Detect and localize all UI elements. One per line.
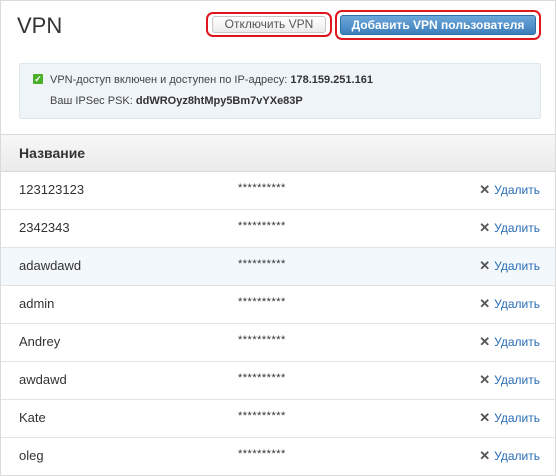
vpn-user-list: 123123123 ********** ✕ Удалить 2342343 **… — [1, 172, 555, 475]
vpn-info-box: ✓ VPN-доступ включен и доступен по IP-ад… — [19, 63, 541, 119]
vpn-psk-line: Ваш IPSec PSK: ddWROyz8htMpy5Bm7vYXe83P — [50, 95, 303, 107]
add-vpn-user-button[interactable]: Добавить VPN пользователя — [340, 15, 536, 35]
delete-label[interactable]: Удалить — [494, 411, 540, 425]
user-password: ********** — [238, 372, 286, 384]
close-icon: ✕ — [479, 182, 491, 197]
table-row: Kate ********** ✕ Удалить — [1, 400, 555, 438]
user-password: ********** — [238, 182, 286, 194]
vpn-psk-value: ddWROyz8htMpy5Bm7vYXe83P — [135, 95, 303, 107]
disable-button-highlight: Отключить VPN — [206, 12, 332, 37]
delete-user-button[interactable]: ✕ Удалить — [479, 448, 540, 464]
user-password: ********** — [238, 296, 286, 308]
user-name: admin — [19, 296, 55, 311]
delete-user-button[interactable]: ✕ Удалить — [479, 334, 540, 350]
user-password: ********** — [238, 334, 286, 346]
table-row: oleg ********** ✕ Удалить — [1, 438, 555, 475]
user-password: ********** — [238, 258, 286, 270]
close-icon: ✕ — [479, 410, 491, 425]
user-name: oleg — [19, 448, 44, 463]
vpn-psk-label: Ваш IPSec PSK: — [50, 95, 133, 107]
user-name: 123123123 — [19, 182, 85, 197]
delete-label[interactable]: Удалить — [494, 221, 540, 235]
table-row: adawdawd ********** ✕ Удалить — [1, 248, 555, 286]
table-header: Название — [1, 134, 555, 172]
table-row: Andrey ********** ✕ Удалить — [1, 324, 555, 362]
add-button-highlight: Добавить VPN пользователя — [335, 10, 541, 40]
delete-label[interactable]: Удалить — [494, 449, 540, 463]
close-icon: ✕ — [479, 296, 491, 311]
delete-label[interactable]: Удалить — [494, 297, 540, 311]
close-icon: ✕ — [479, 220, 491, 235]
user-name: Andrey — [19, 334, 61, 349]
table-row: awdawd ********** ✕ Удалить — [1, 362, 555, 400]
vpn-status-text: VPN-доступ включен и доступен по IP-адре… — [50, 74, 288, 86]
user-name: 2342343 — [19, 220, 70, 235]
table-row: 123123123 ********** ✕ Удалить — [1, 172, 555, 210]
table-row: 2342343 ********** ✕ Удалить — [1, 210, 555, 248]
column-header-name: Название — [19, 145, 86, 161]
user-password: ********** — [238, 410, 286, 422]
delete-user-button[interactable]: ✕ Удалить — [479, 258, 540, 274]
vpn-panel: VPN Отключить VPN Добавить VPN пользоват… — [0, 0, 556, 476]
delete-user-button[interactable]: ✕ Удалить — [479, 372, 540, 388]
delete-label[interactable]: Удалить — [494, 259, 540, 273]
user-name: adawdawd — [19, 258, 82, 273]
close-icon: ✕ — [479, 372, 491, 387]
user-password: ********** — [238, 220, 286, 232]
delete-user-button[interactable]: ✕ Удалить — [479, 182, 540, 198]
delete-label[interactable]: Удалить — [494, 373, 540, 387]
check-icon: ✓ — [33, 74, 43, 84]
user-name: awdawd — [19, 372, 67, 387]
close-icon: ✕ — [479, 258, 491, 273]
delete-user-button[interactable]: ✕ Удалить — [479, 410, 540, 426]
user-password: ********** — [238, 448, 286, 460]
page-title: VPN — [17, 13, 63, 38]
vpn-status-line: VPN-доступ включен и доступен по IP-адре… — [50, 74, 373, 86]
delete-label[interactable]: Удалить — [494, 335, 540, 349]
user-name: Kate — [19, 410, 46, 425]
vpn-ip-address: 178.159.251.161 — [290, 74, 373, 86]
disable-vpn-button[interactable]: Отключить VPN — [212, 16, 326, 33]
close-icon: ✕ — [479, 334, 491, 349]
delete-label[interactable]: Удалить — [494, 183, 540, 197]
table-row: admin ********** ✕ Удалить — [1, 286, 555, 324]
close-icon: ✕ — [479, 448, 491, 463]
delete-user-button[interactable]: ✕ Удалить — [479, 296, 540, 312]
delete-user-button[interactable]: ✕ Удалить — [479, 220, 540, 236]
